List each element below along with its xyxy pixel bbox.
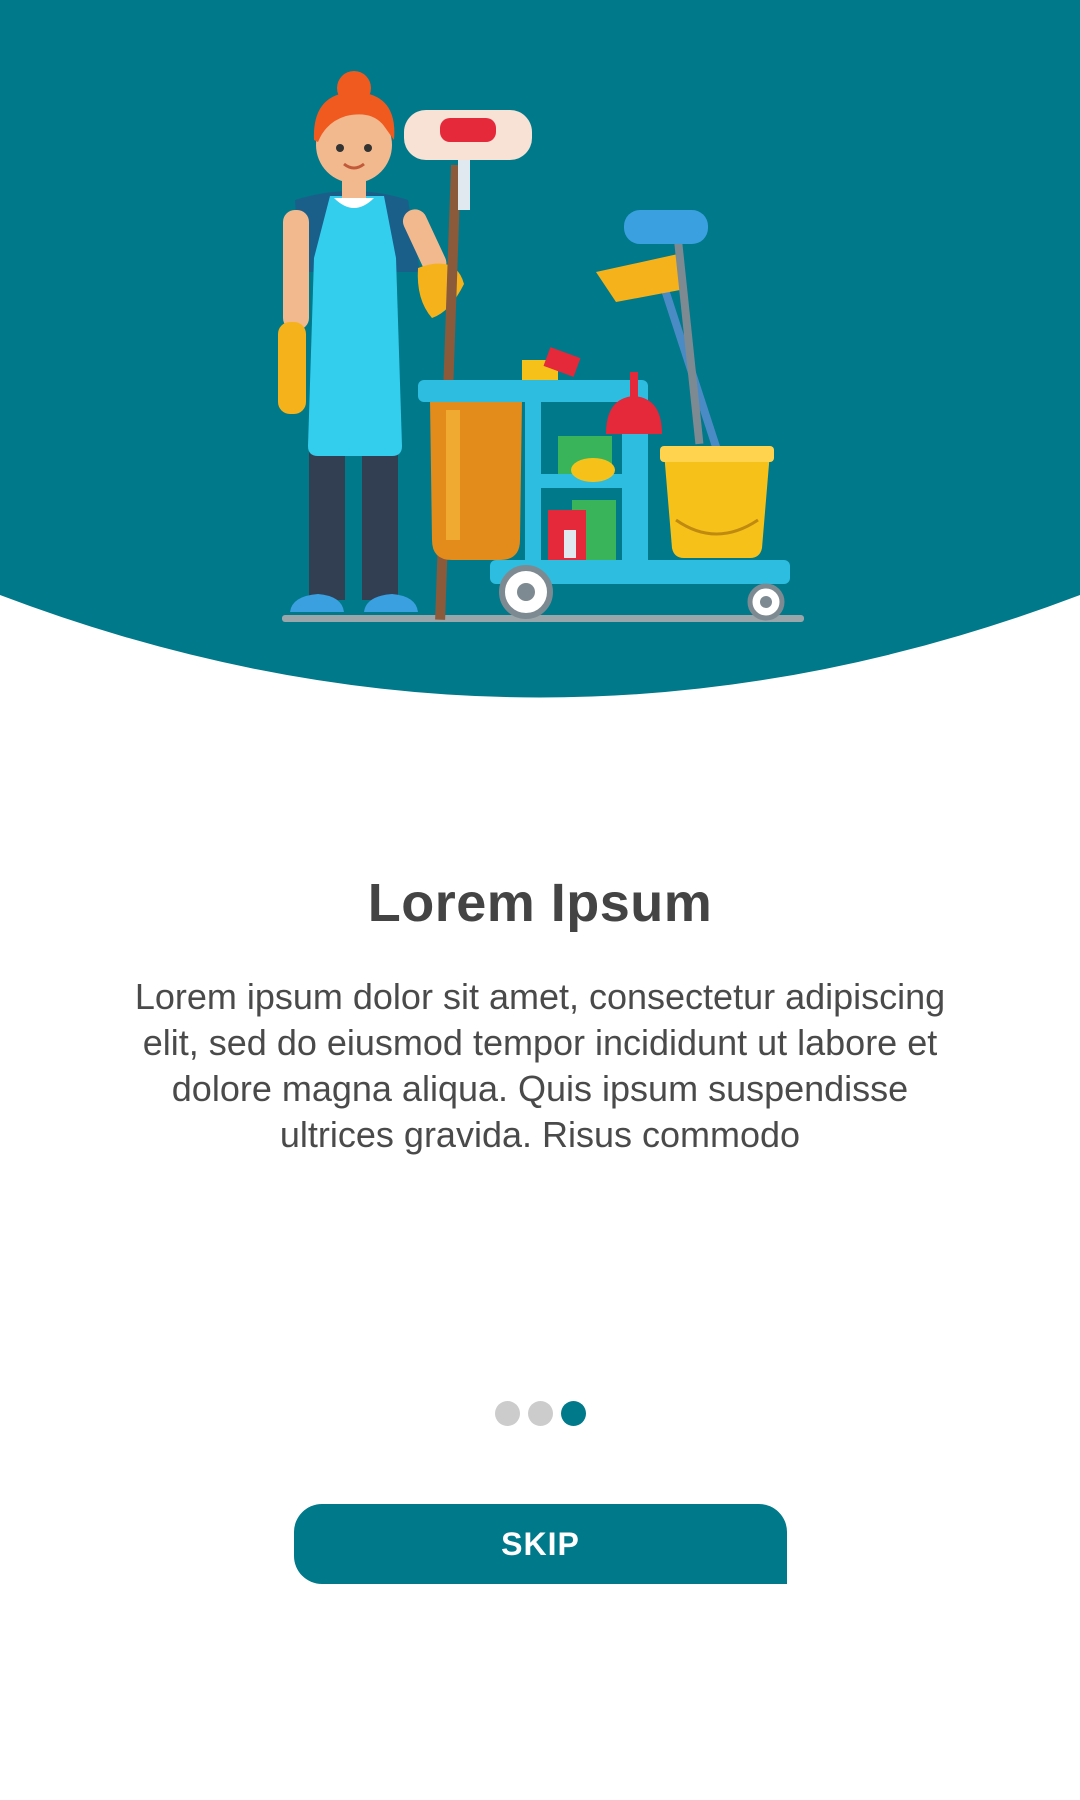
page-title: Lorem Ipsum bbox=[367, 873, 713, 933]
hero-background bbox=[0, 0, 1080, 698]
page-indicator bbox=[0, 1401, 1080, 1426]
description-text: Lorem ipsum dolor sit amet, consectetur … bbox=[134, 976, 946, 1155]
skip-button[interactable]: SKIP bbox=[294, 1504, 787, 1584]
page-dot[interactable] bbox=[494, 1401, 520, 1426]
page-dot-active[interactable] bbox=[560, 1401, 586, 1426]
page-dot[interactable] bbox=[527, 1401, 553, 1426]
hero-banner bbox=[0, 0, 1080, 710]
